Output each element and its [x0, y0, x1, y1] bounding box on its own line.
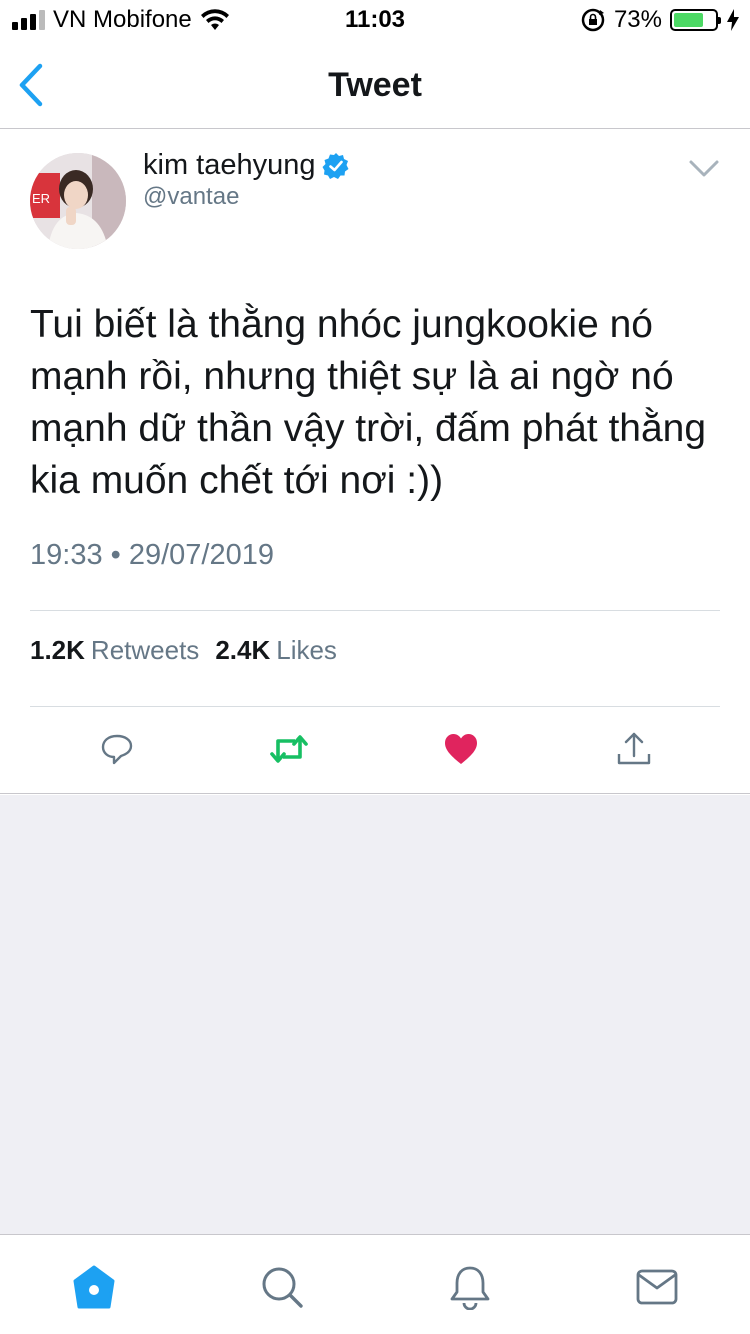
- likes-label: Likes: [276, 635, 337, 665]
- avatar[interactable]: ER: [30, 153, 126, 249]
- tab-home[interactable]: [70, 1263, 118, 1311]
- status-bar: VN Mobifone 11:03 73%: [0, 0, 750, 40]
- author-name[interactable]: kim taehyung: [143, 149, 350, 182]
- tweet-timestamp: 19:33 • 29/07/2019: [30, 539, 274, 571]
- retweet-button[interactable]: [269, 727, 309, 771]
- notifications-icon: [450, 1266, 490, 1310]
- tab-search[interactable]: [258, 1263, 306, 1311]
- tab-notifications[interactable]: [446, 1263, 494, 1311]
- author-handle[interactable]: @vantae: [143, 183, 239, 211]
- battery-icon: [670, 9, 721, 31]
- reply-button[interactable]: [97, 727, 137, 771]
- share-button[interactable]: [614, 727, 654, 771]
- messages-icon: [636, 1269, 678, 1305]
- svg-text:ER: ER: [32, 191, 50, 206]
- battery-level: [674, 13, 704, 27]
- divider: [30, 610, 720, 611]
- verified-badge-icon: [322, 152, 348, 179]
- likes-count: 2.4K: [215, 635, 271, 665]
- tab-messages[interactable]: [633, 1263, 681, 1311]
- nav-header: Tweet: [0, 40, 750, 129]
- avatar-image: ER: [30, 153, 126, 249]
- retweets-stat[interactable]: 1.2K Retweets: [30, 635, 199, 666]
- tweet-text: Tui biết là thằng nhóc jungkookie nó mạn…: [30, 303, 707, 502]
- search-icon: [262, 1267, 303, 1308]
- likes-stat[interactable]: 2.4K Likes: [215, 635, 337, 666]
- reply-icon: [101, 734, 133, 765]
- like-button[interactable]: [441, 727, 481, 771]
- author-name-text: kim taehyung: [143, 149, 316, 181]
- charging-bolt-icon: [727, 9, 739, 31]
- home-icon: [73, 1265, 115, 1309]
- retweets-label: Retweets: [90, 635, 200, 665]
- rotation-lock-icon: [581, 8, 605, 32]
- battery-percent: 73%: [613, 6, 662, 33]
- tweet-stats: 1.2K Retweets 2.4K Likes: [30, 635, 337, 666]
- divider: [30, 706, 720, 707]
- chevron-down-icon[interactable]: [688, 159, 720, 179]
- tweet-detail: ER kim taehyung @vantae Tui biết là thằn…: [0, 129, 750, 794]
- page-title: Tweet: [328, 66, 422, 104]
- share-icon: [617, 732, 651, 765]
- heart-filled-icon: [445, 734, 477, 764]
- retweets-count: 1.2K: [30, 635, 85, 665]
- empty-content-area: [0, 795, 750, 1234]
- status-right: 73%: [580, 6, 740, 34]
- tweet-actions: [0, 727, 750, 771]
- retweet-icon: [270, 735, 308, 763]
- tab-bar: [0, 1234, 750, 1334]
